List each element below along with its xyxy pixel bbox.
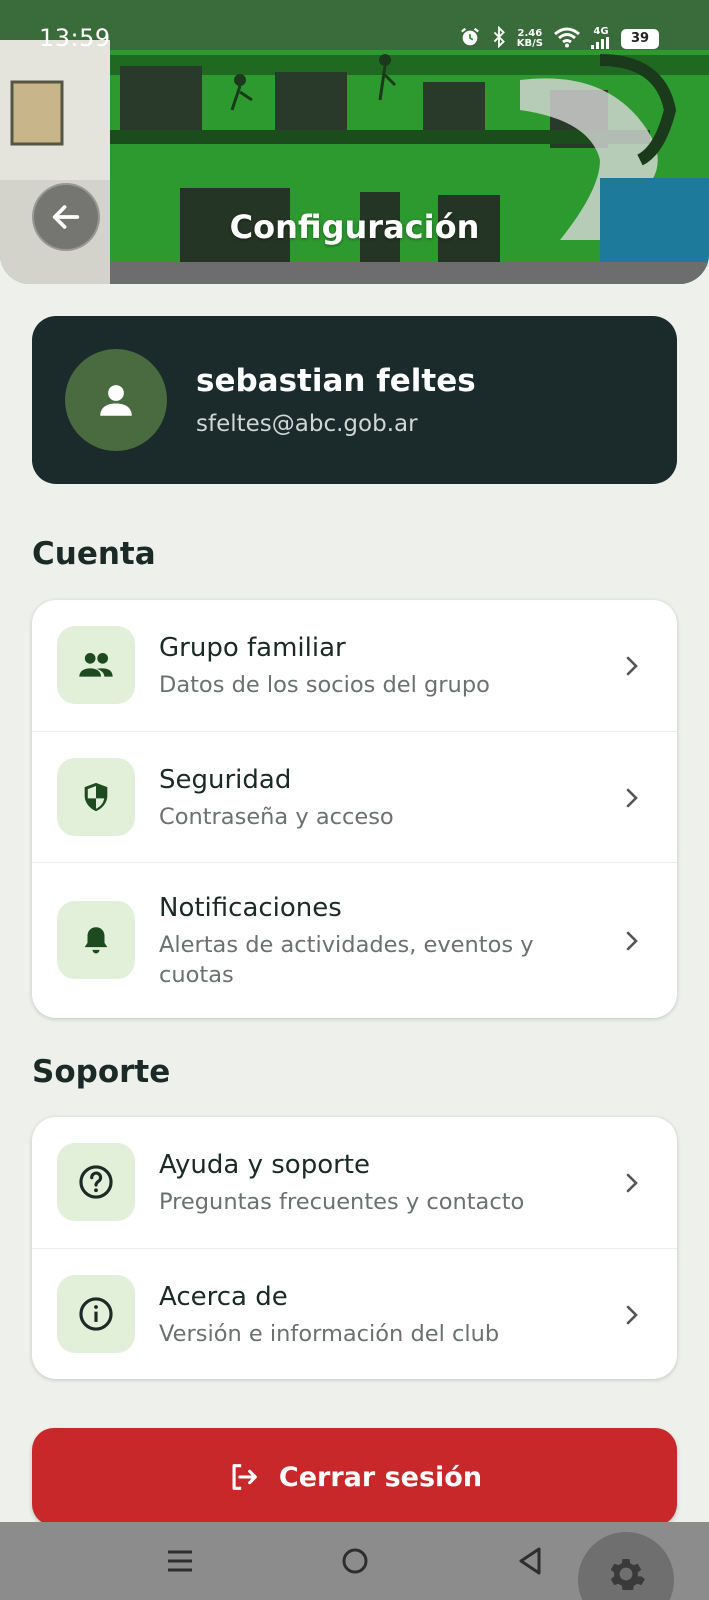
chevron-right-icon [626,1305,638,1325]
help-circle-icon [79,1165,113,1199]
battery-level: 39 [630,31,650,46]
row-icon-container [57,626,135,704]
alarm-icon [459,26,481,52]
settings-item-subtitle: Versión e información del club [159,1321,500,1347]
info-circle-icon [79,1297,113,1331]
menu-icon [168,1550,192,1572]
gear-icon [610,1558,645,1590]
logout-icon [232,1464,257,1490]
signal-icon [591,36,609,49]
logout-button[interactable]: Cerrar sesión [32,1428,677,1526]
wifi-icon [553,26,581,52]
settings-item-title: Acerca de [159,1282,288,1312]
profile-card: sebastian feltes sfeltes@abc.gob.ar [32,316,677,484]
section-title-support: Soporte [32,1054,171,1090]
chevron-right-icon [626,931,638,951]
network-speed-unit: KB/S [516,38,543,49]
settings-item-help-support[interactable]: Ayuda y soporte Preguntas frecuentes y c… [32,1117,677,1248]
settings-item-about[interactable]: Acerca de Versión e información del club [32,1248,677,1379]
row-icon-container [57,1143,135,1221]
battery-icon: 39 [621,29,659,49]
row-icon-container [57,1275,135,1353]
bell-icon [84,927,108,954]
nav-menu-button[interactable] [150,1522,210,1600]
profile-email: sfeltes@abc.gob.ar [196,411,418,437]
chevron-right-icon [626,656,638,676]
status-icons: 2.46 KB/S 4G 39 [459,25,659,52]
home-circle-icon [342,1548,368,1574]
account-card: Grupo familiar Datos de los socios del g… [32,600,677,1018]
group-icon [79,653,113,677]
back-triangle-icon [519,1547,541,1575]
status-bar: 13:59 2.46 KB/S 4G 39 [0,0,709,76]
nav-home-button[interactable] [325,1522,385,1600]
settings-item-subtitle: Preguntas frecuentes y contacto [159,1189,525,1215]
header-banner: 13:59 2.46 KB/S 4G 39 Configuración [0,0,709,284]
chevron-right-icon [626,1173,638,1193]
network-type-label: 4G [593,25,609,37]
profile-name: sebastian feltes [196,363,476,399]
chevron-right-icon [626,788,638,808]
shield-icon [84,782,108,812]
person-icon [100,385,132,416]
settings-item-title: Seguridad [159,765,292,795]
bluetooth-icon [491,25,507,52]
settings-item-title: Grupo familiar [159,633,346,663]
support-card: Ayuda y soporte Preguntas frecuentes y c… [32,1117,677,1379]
settings-item-family-group[interactable]: Grupo familiar Datos de los socios del g… [32,600,677,731]
logout-label: Cerrar sesión [278,1461,483,1493]
settings-item-subtitle: Datos de los socios del grupo [159,672,490,698]
section-title-account: Cuenta [32,536,156,572]
nav-back-button[interactable] [500,1522,560,1600]
row-icon-container [57,758,135,836]
page-title: Configuración [229,208,480,246]
avatar [65,349,167,451]
row-icon-container [57,901,135,979]
settings-item-security[interactable]: Seguridad Contraseña y acceso [32,731,677,862]
settings-item-notifications[interactable]: Notificaciones Alertas de actividades, e… [32,862,677,1018]
network-type: 4G [591,25,611,52]
settings-item-subtitle: Contraseña y acceso [159,804,394,830]
settings-item-subtitle: Alertas de actividades, eventos y cuotas [159,932,534,988]
settings-item-title: Ayuda y soporte [159,1150,370,1180]
network-speed: 2.46 KB/S [517,29,543,49]
settings-item-title: Notificaciones [159,893,342,923]
status-time: 13:59 [39,24,111,52]
